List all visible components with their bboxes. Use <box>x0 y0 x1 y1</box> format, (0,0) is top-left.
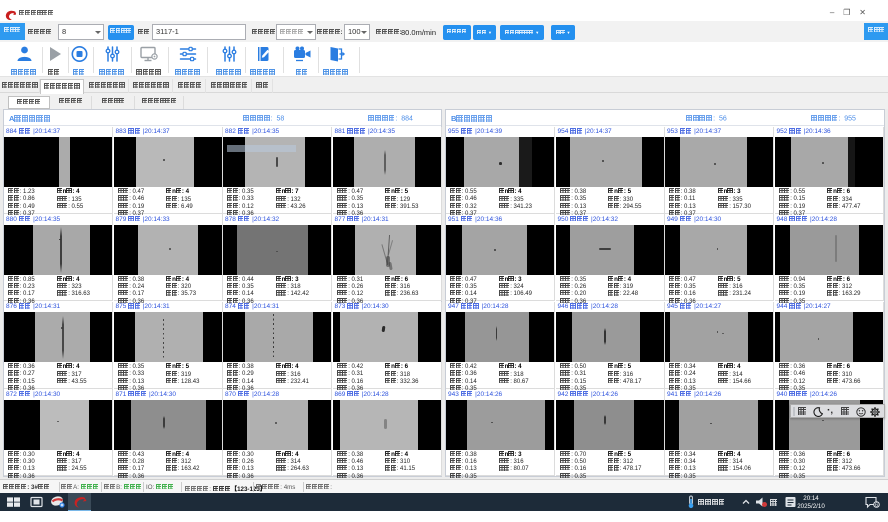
svg-text:6: 6 <box>875 503 878 509</box>
